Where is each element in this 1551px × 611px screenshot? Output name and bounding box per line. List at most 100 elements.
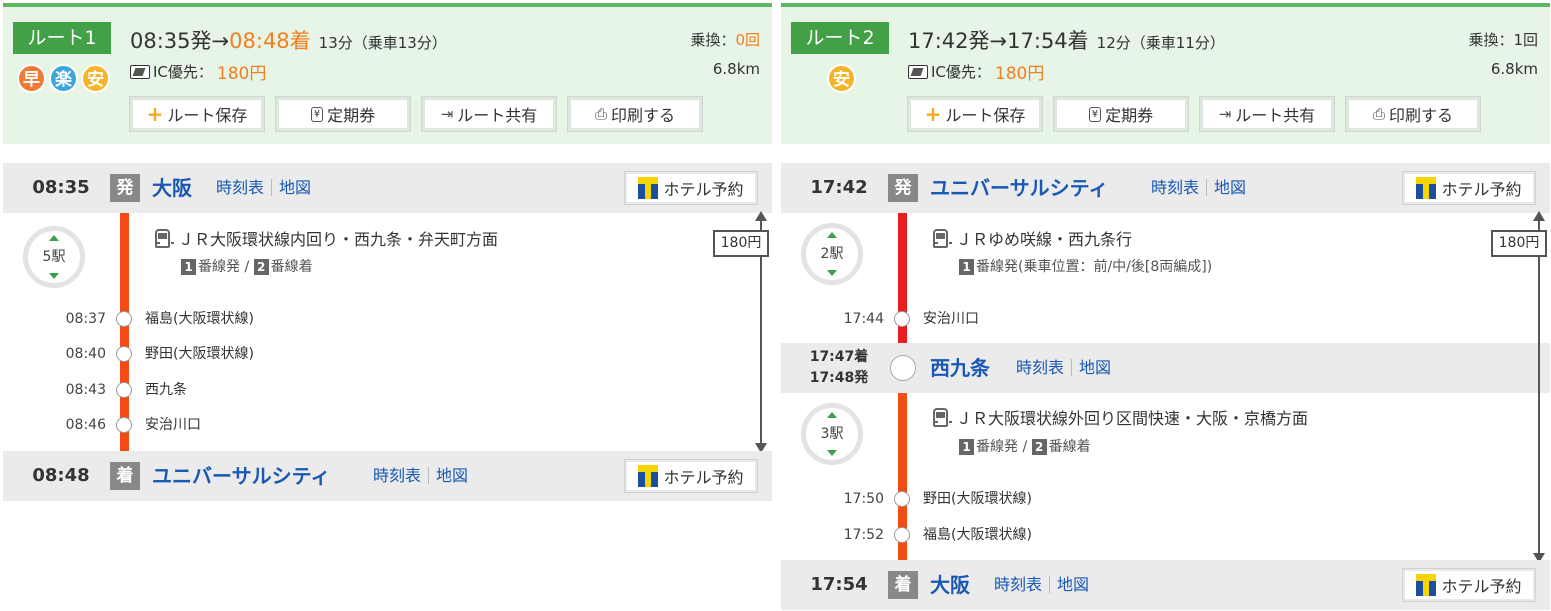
t-point-logo xyxy=(638,465,659,487)
caret-down-icon xyxy=(827,270,837,276)
arrival-track-number: 2 xyxy=(253,259,269,275)
hotel-reservation-button[interactable]: ホテル予約 xyxy=(1402,171,1536,205)
line-name: ＪＲ大阪環状線内回り・西九条・弁天町方面 xyxy=(155,226,498,250)
arrival-track-text: 番線着 xyxy=(270,259,313,275)
segment-fare: 180円 xyxy=(713,230,769,257)
station-name-link[interactable]: 大阪 xyxy=(930,560,970,610)
commuter-pass-button[interactable]: ¥ 定期券 xyxy=(1053,96,1189,132)
stop-name: 福島(大阪環状線) xyxy=(145,311,254,327)
save-route-label: ルート保存 xyxy=(945,106,1026,125)
stop-count: 3駅 xyxy=(820,426,844,442)
commuter-pass-button[interactable]: ¥ 定期券 xyxy=(275,96,411,132)
track-info: 1 番線発 / 2 番線着 xyxy=(959,436,1091,456)
map-link[interactable]: 地図 xyxy=(436,466,468,485)
map-link[interactable]: 地図 xyxy=(1079,358,1111,377)
transfers-label: 乗換： xyxy=(1468,31,1514,49)
hotel-label: ホテル予約 xyxy=(663,468,744,487)
stop-count-toggle[interactable]: 3駅 xyxy=(801,403,863,465)
caret-up-icon xyxy=(827,412,837,418)
stop-dot xyxy=(116,382,132,398)
share-route-button[interactable]: ⇥ ルート共有 xyxy=(1199,96,1335,132)
ic-card-icon xyxy=(908,64,928,79)
cheapest-badge: 安 xyxy=(827,64,856,93)
route-summary: ルート1 早 楽 安 08:35発→08:48着 13分（乗車13分） IC優先：… xyxy=(3,3,772,144)
caret-up-icon xyxy=(827,232,837,238)
print-button[interactable]: ⎙ 印刷する xyxy=(567,96,703,132)
route-tag: ルート2 xyxy=(791,22,889,54)
fare-span-arrow xyxy=(1533,211,1545,563)
arrive-mark: 着 xyxy=(888,571,918,599)
hotel-reservation-button[interactable]: ホテル予約 xyxy=(624,171,758,205)
map-link[interactable]: 地図 xyxy=(279,178,311,197)
timetable-link[interactable]: 時刻表 xyxy=(994,575,1042,594)
station-name-link[interactable]: ユニバーサルシティ xyxy=(152,451,330,501)
fare-summary: IC優先： 180円 xyxy=(130,59,266,84)
stop-name: 安治川口 xyxy=(923,311,979,327)
hotel-reservation-button[interactable]: ホテル予約 xyxy=(624,459,758,493)
station-links: 時刻表 地図 xyxy=(373,451,468,501)
map-link[interactable]: 地図 xyxy=(1057,575,1089,594)
stop-time: 17:50 xyxy=(843,491,884,507)
stop-dot xyxy=(116,346,132,362)
print-button[interactable]: ⎙ 印刷する xyxy=(1345,96,1481,132)
divider xyxy=(1206,179,1208,196)
t-point-logo xyxy=(1416,177,1437,199)
stop-time: 08:46 xyxy=(65,417,106,433)
save-route-button[interactable]: + ルート保存 xyxy=(129,96,265,132)
arrival-track-text: 番線着 xyxy=(1048,439,1091,455)
transfer-departure-time: 17:48発 xyxy=(809,370,869,386)
transfers-value: 0回 xyxy=(735,31,760,49)
hotel-label: ホテル予約 xyxy=(1441,180,1522,199)
line-name: ＪＲ大阪環状線外回り区間快速・大阪・京橋方面 xyxy=(933,405,1308,429)
station-name-link[interactable]: ユニバーサルシティ xyxy=(930,163,1108,213)
station-links: 時刻表 地図 xyxy=(994,560,1089,610)
divider xyxy=(271,179,273,196)
stop-time: 17:44 xyxy=(843,311,884,327)
stop-time: 08:40 xyxy=(65,346,106,362)
plus-icon: + xyxy=(146,102,164,126)
map-link[interactable]: 地図 xyxy=(1214,178,1246,197)
transfer-count: 乗換：0回 xyxy=(690,29,760,50)
ticket-icon: ¥ xyxy=(1088,106,1102,122)
fastest-badge: 早 xyxy=(17,64,46,93)
route-actions: + ルート保存 ¥ 定期券 ⇥ ルート共有 ⎙ 印刷する xyxy=(129,96,703,132)
station-name-link[interactable]: 西九条 xyxy=(930,343,990,393)
track-info: 1 番線発 / 2 番線着 xyxy=(181,256,313,276)
stop-count-toggle[interactable]: 2駅 xyxy=(801,223,863,285)
timetable-link[interactable]: 時刻表 xyxy=(373,466,421,485)
hotel-label: ホテル予約 xyxy=(663,180,744,199)
line-label: ＪＲ大阪環状線外回り区間快速・大阪・京橋方面 xyxy=(956,409,1309,428)
station-links: 時刻表 地図 xyxy=(1151,163,1246,213)
route-summary: ルート2 安 17:42発→17:54着 12分（乗車11分） IC優先： 180… xyxy=(781,3,1550,144)
stop-dot xyxy=(116,417,132,433)
cheapest-badge: 安 xyxy=(81,64,110,93)
stop-dot xyxy=(116,311,132,327)
intermediate-stop: 08:43 西九条 xyxy=(3,379,403,401)
share-icon: ⇥ xyxy=(440,105,454,123)
stop-count-toggle[interactable]: 5駅 xyxy=(23,226,85,288)
intermediate-stop: 17:52 福島(大阪環状線) xyxy=(781,524,1181,546)
arrow-up-icon xyxy=(1533,211,1545,221)
timetable-link[interactable]: 時刻表 xyxy=(1151,178,1199,197)
departure-track-text: 番線発 / xyxy=(198,259,254,275)
timetable-link[interactable]: 時刻表 xyxy=(216,178,264,197)
station-links: 時刻表 地図 xyxy=(1016,343,1111,393)
plus-icon: + xyxy=(924,102,942,126)
ic-label: IC優先： xyxy=(931,63,991,81)
departure-track-text: 番線発 / xyxy=(976,439,1032,455)
caret-down-icon xyxy=(49,273,59,279)
hotel-reservation-button[interactable]: ホテル予約 xyxy=(1402,568,1536,602)
stop-name: 野田(大阪環状線) xyxy=(145,346,254,362)
station-name-link[interactable]: 大阪 xyxy=(152,163,192,213)
easiest-badge: 楽 xyxy=(49,64,78,93)
share-route-label: ルート共有 xyxy=(457,106,538,125)
stop-name: 福島(大阪環状線) xyxy=(923,527,1032,543)
transfer-arrival-time: 17:47着 xyxy=(809,349,869,365)
route-badges: 早 楽 安 xyxy=(17,64,110,93)
save-route-button[interactable]: + ルート保存 xyxy=(907,96,1043,132)
share-route-button[interactable]: ⇥ ルート共有 xyxy=(421,96,557,132)
timetable-link[interactable]: 時刻表 xyxy=(1016,358,1064,377)
depart-mark: 発 xyxy=(888,174,918,202)
stop-time: 08:37 xyxy=(65,311,106,327)
stop-name: 西九条 xyxy=(145,382,187,398)
